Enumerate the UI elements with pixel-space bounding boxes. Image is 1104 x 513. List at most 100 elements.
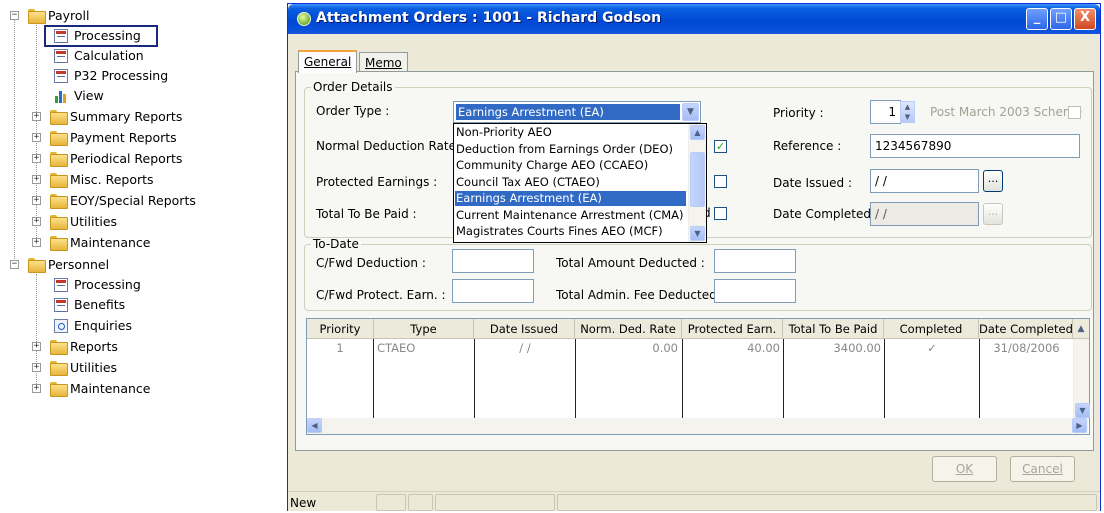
order-details-legend: Order Details [313, 80, 393, 94]
tree-node-label: Enquiries [74, 318, 132, 333]
scroll-down-icon[interactable]: ▼ [1075, 403, 1090, 418]
order-type-value: Earnings Arrestment (EA) [456, 104, 680, 120]
protected-earnings-checkbox[interactable] [714, 175, 727, 188]
cell-priority: 1 [336, 341, 344, 355]
status-panel [376, 494, 406, 511]
cell-type: CTAEO [377, 341, 416, 355]
expand-icon[interactable]: + [32, 217, 41, 226]
scroll-right-icon[interactable]: ▶ [1072, 418, 1087, 433]
dropdown-scrollbar[interactable]: ▲ ▼ [688, 124, 706, 242]
folder-icon [28, 9, 46, 24]
date-completed-label: Date Completed : [773, 207, 879, 221]
dropdown-option[interactable]: Deduction from Earnings Order (DEO) [455, 142, 686, 157]
completed-check-icon: ✓ [927, 341, 937, 355]
close-button[interactable]: X [1074, 8, 1096, 30]
expand-icon[interactable]: + [32, 154, 41, 163]
tree-node-label: Misc. Reports [70, 172, 154, 187]
priority-label: Priority : [773, 106, 824, 120]
app-icon [297, 12, 311, 26]
tree-node-label: Maintenance [70, 381, 151, 396]
dropdown-option[interactable]: Current Maintenance Arrestment (CMA) [455, 208, 686, 223]
cell-date-completed: 31/08/2006 [993, 341, 1060, 355]
attachment-orders-window: Attachment Orders : 1001 - Richard Godso… [287, 3, 1101, 511]
scroll-left-icon[interactable]: ◀ [307, 418, 322, 433]
grid-horizontal-scrollbar[interactable]: ◀ ▶ [307, 418, 1088, 434]
total-admin-fee-input[interactable] [714, 279, 796, 303]
order-type-label: Order Type : [316, 104, 390, 118]
dropdown-option[interactable]: Non-Priority AEO [455, 125, 686, 140]
cancel-button[interactable]: Cancel [1010, 456, 1075, 482]
status-panel [408, 494, 433, 511]
date-issued-picker-button[interactable]: ... [983, 170, 1003, 192]
reference-label: Reference : [773, 139, 842, 153]
total-admin-fee-label: Total Admin. Fee Deducted : [556, 288, 725, 302]
tab-label: Memo [365, 56, 402, 70]
ok-button[interactable]: OK [932, 456, 997, 482]
date-issued-input[interactable]: / / [870, 169, 979, 193]
tree-node-label: Benefits [74, 297, 126, 312]
priority-spinner[interactable]: ▲ ▼ [900, 101, 915, 123]
order-type-dropdown-list: Non-Priority AEO Deduction from Earnings … [453, 123, 707, 243]
dropdown-option[interactable]: Council Tax AEO (CTAEO) [455, 175, 686, 190]
minimize-button[interactable]: _ [1026, 8, 1048, 30]
enquiry-icon [54, 319, 68, 333]
status-bar: New [288, 491, 1100, 511]
to-date-legend: To-Date [313, 237, 359, 251]
scroll-thumb[interactable] [690, 152, 705, 207]
total-amount-deducted-input[interactable] [714, 249, 796, 273]
expand-icon[interactable]: + [32, 196, 41, 205]
tree-node-label: Reports [70, 339, 118, 354]
report-icon [54, 49, 68, 63]
folder-icon [50, 131, 68, 146]
chevron-down-icon[interactable]: ▼ [682, 103, 699, 121]
scroll-up-icon[interactable]: ▲ [1073, 319, 1089, 339]
maximize-button[interactable]: □ [1050, 8, 1072, 30]
dropdown-option[interactable]: Community Charge AEO (CCAEO) [455, 158, 686, 173]
folder-icon [50, 110, 68, 125]
expand-icon[interactable]: + [32, 175, 41, 184]
tree-node-label: Utilities [70, 214, 118, 229]
expand-icon[interactable]: + [32, 384, 41, 393]
collapse-icon[interactable]: − [10, 260, 19, 269]
dropdown-option[interactable]: Magistrates Courts Fines AEO (MCF) [455, 224, 686, 239]
scroll-down-icon[interactable]: ▼ [690, 226, 705, 241]
status-panel [557, 494, 1097, 511]
scroll-up-icon[interactable]: ▲ [690, 125, 705, 140]
title-bar[interactable]: Attachment Orders : 1001 - Richard Godso… [288, 4, 1100, 34]
date-issued-label: Date Issued : [773, 176, 853, 190]
status-text: New [290, 496, 317, 510]
cfwd-deduction-input[interactable] [452, 249, 534, 273]
cfwd-protect-input[interactable] [452, 279, 534, 303]
date-completed-input[interactable]: / / [870, 202, 979, 226]
status-panel [435, 494, 555, 511]
expand-icon[interactable]: + [32, 342, 41, 351]
expand-icon[interactable]: + [32, 133, 41, 142]
table-row[interactable]: 1 CTAEO / / 0.00 40.00 3400.00 ✓ 31/08/2… [307, 319, 1073, 359]
cell-date-issued: / / [519, 341, 531, 355]
tree-connector [36, 274, 37, 392]
expand-icon[interactable]: + [32, 363, 41, 372]
tree-node-label: Utilities [70, 360, 118, 375]
priority-input[interactable]: 1 [870, 100, 901, 124]
cfwd-protect-label: C/Fwd Protect. Earn. : [316, 288, 446, 302]
chart-icon [54, 89, 68, 103]
collapse-icon[interactable]: − [10, 11, 19, 20]
post-march-checkbox[interactable] [1068, 106, 1081, 119]
grid-vertical-scrollbar[interactable]: ▼ [1073, 339, 1090, 419]
total-paid-checkbox[interactable] [714, 207, 727, 220]
dropdown-option[interactable]: Earnings Arrestment (EA) [455, 191, 686, 206]
tab-general[interactable]: General [298, 50, 358, 73]
protected-earnings-label: Protected Earnings : [316, 175, 438, 189]
expand-icon[interactable]: + [32, 112, 41, 121]
reference-input[interactable]: 1234567890 [870, 134, 1080, 158]
expand-icon[interactable]: + [32, 238, 41, 247]
tree-node-label: P32 Processing [74, 68, 169, 83]
date-completed-picker-button[interactable]: ... [983, 203, 1003, 225]
tree-node-label: Payment Reports [70, 130, 177, 145]
order-type-select[interactable]: Earnings Arrestment (EA) ▼ [453, 101, 701, 123]
folder-icon [28, 258, 46, 273]
folder-icon [50, 236, 68, 251]
normal-deduction-checkbox[interactable]: ✓ [714, 140, 727, 153]
tree-node-label: Summary Reports [70, 109, 183, 124]
tree-node-label: Processing [74, 277, 141, 292]
